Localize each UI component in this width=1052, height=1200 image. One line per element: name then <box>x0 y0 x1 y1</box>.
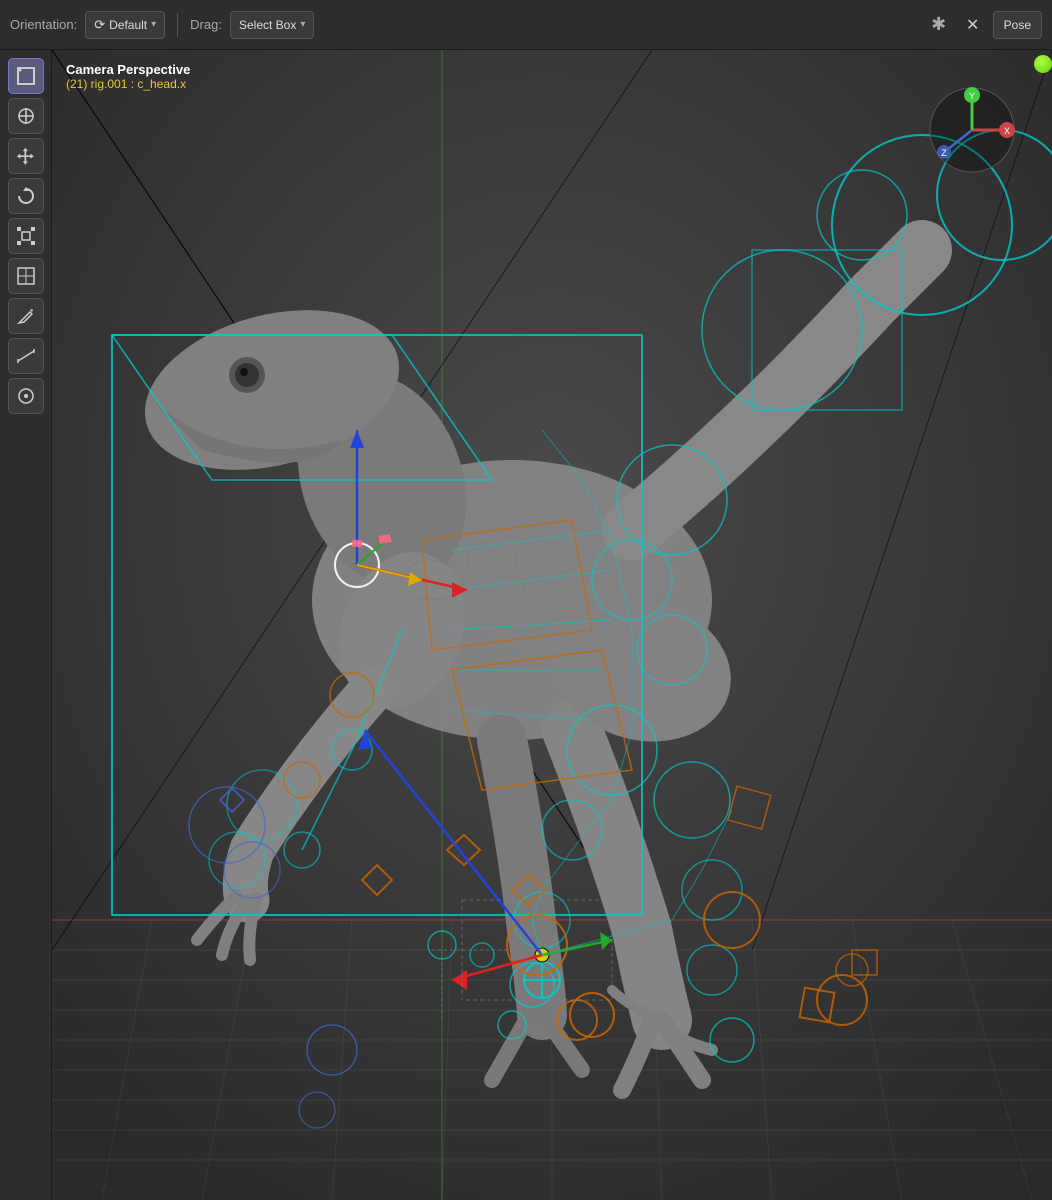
transform-icon <box>16 266 36 286</box>
scene-svg: X Y Z <box>52 50 1052 1200</box>
tool-scale[interactable] <box>8 218 44 254</box>
drag-dropdown[interactable]: Select Box ▾ <box>230 11 314 39</box>
tool-extra[interactable] <box>8 378 44 414</box>
orientation-value: Default <box>109 18 147 32</box>
cursor-icon <box>16 106 36 126</box>
tool-rotate[interactable] <box>8 178 44 214</box>
left-sidebar <box>0 50 52 1200</box>
tool-cursor[interactable] <box>8 98 44 134</box>
annotate-icon <box>16 306 36 326</box>
drag-label: Drag: <box>190 17 222 32</box>
orientation-arrow: ▾ <box>151 19 156 30</box>
measure-icon <box>16 346 36 366</box>
viewport-info: Camera Perspective (21) rig.001 : c_head… <box>66 62 190 91</box>
render-indicator <box>1034 55 1052 73</box>
move-icon <box>16 146 36 166</box>
camera-subtitle: (21) rig.001 : c_head.x <box>66 77 190 91</box>
tool-measure[interactable] <box>8 338 44 374</box>
drag-arrow: ▾ <box>300 19 305 30</box>
pose-button[interactable]: Pose <box>993 11 1042 39</box>
orientation-label: Orientation: <box>10 17 77 32</box>
select-box-icon <box>16 66 36 86</box>
tool-move[interactable] <box>8 138 44 174</box>
drag-value: Select Box <box>239 18 296 32</box>
tool-select-box[interactable] <box>8 58 44 94</box>
separator-1 <box>177 13 178 37</box>
close-icon[interactable]: ✕ <box>959 11 987 39</box>
camera-perspective-title: Camera Perspective <box>66 62 190 77</box>
viewport[interactable]: Camera Perspective (21) rig.001 : c_head… <box>52 50 1052 1200</box>
rotate-icon <box>16 186 36 206</box>
toolbar-right: ✱ ✕ Pose <box>925 11 1042 39</box>
scale-icon <box>16 226 36 246</box>
extra-icon <box>16 386 36 406</box>
tool-annotate[interactable] <box>8 298 44 334</box>
orientation-icon: ⟳ <box>94 17 105 33</box>
svg-text:X: X <box>1004 126 1010 136</box>
tool-transform[interactable] <box>8 258 44 294</box>
settings-icon[interactable]: ✱ <box>925 11 953 39</box>
svg-text:Y: Y <box>969 91 975 101</box>
svg-text:Z: Z <box>941 148 947 158</box>
top-toolbar: Orientation: ⟳ Default ▾ Drag: Select Bo… <box>0 0 1052 50</box>
orientation-dropdown[interactable]: ⟳ Default ▾ <box>85 11 165 39</box>
